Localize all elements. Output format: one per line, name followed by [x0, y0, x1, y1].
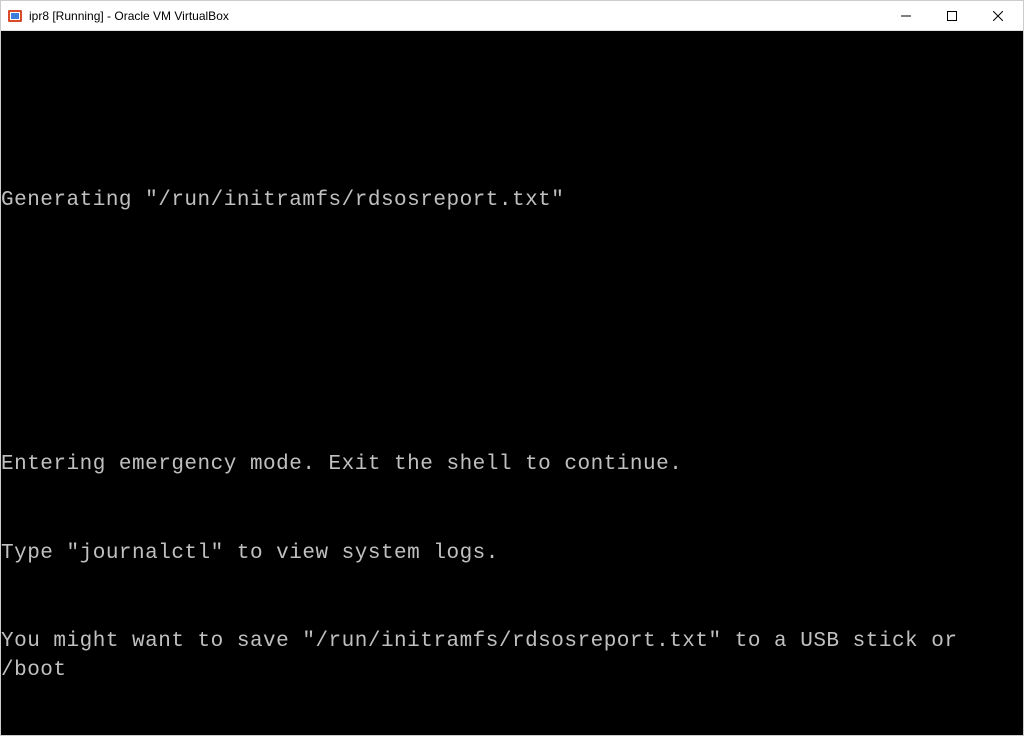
window-titlebar[interactable]: ipr8 [Running] - Oracle VM VirtualBox	[1, 1, 1023, 31]
terminal-line: You might want to save "/run/initramfs/r…	[1, 627, 1023, 686]
close-button[interactable]	[975, 1, 1021, 30]
terminal-line: Type "journalctl" to view system logs.	[1, 539, 1023, 568]
terminal-line: Generating "/run/initramfs/rdsosreport.t…	[1, 186, 1023, 215]
window-controls	[883, 1, 1021, 30]
terminal-output[interactable]: Generating "/run/initramfs/rdsosreport.t…	[1, 31, 1023, 735]
window-title: ipr8 [Running] - Oracle VM VirtualBox	[29, 9, 229, 23]
terminal-line	[1, 98, 1023, 127]
terminal-line	[1, 362, 1023, 391]
maximize-button[interactable]	[929, 1, 975, 30]
virtualbox-icon	[7, 8, 23, 24]
terminal-line: Entering emergency mode. Exit the shell …	[1, 450, 1023, 479]
minimize-button[interactable]	[883, 1, 929, 30]
virtualbox-window: ipr8 [Running] - Oracle VM VirtualBox Ge…	[0, 0, 1024, 736]
terminal-line	[1, 274, 1023, 303]
